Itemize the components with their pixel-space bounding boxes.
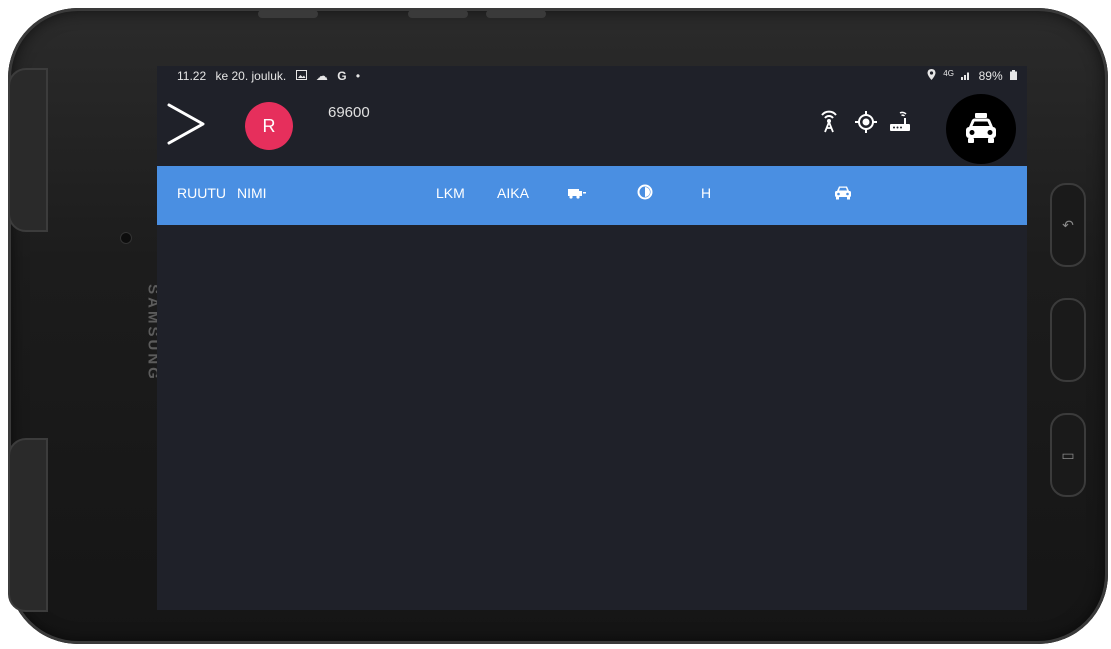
- status-left: 11.22 ke 20. jouluk. ☁ G •: [177, 69, 366, 83]
- status-bar: 11.22 ke 20. jouluk. ☁ G • 4G 89%: [157, 66, 1027, 86]
- volume-up-button[interactable]: [486, 10, 546, 18]
- table-header: RUUTU NIMI LKM AIKA H: [157, 166, 1027, 225]
- recent-apps-icon: ▭: [1061, 446, 1075, 463]
- status-time: 11.22: [177, 69, 207, 83]
- taxi-icon: [966, 113, 996, 143]
- avatar[interactable]: R: [245, 102, 293, 150]
- avatar-letter: R: [262, 115, 276, 136]
- home-key[interactable]: [1050, 298, 1086, 382]
- bumper-left-top: [8, 68, 48, 232]
- column-header-lkm[interactable]: LKM: [436, 185, 465, 201]
- bumper-left-bottom: [8, 438, 48, 612]
- location-icon: [927, 69, 939, 83]
- recent-apps-key[interactable]: ▭: [1050, 413, 1086, 497]
- front-camera: [120, 232, 132, 244]
- dot-icon: •: [355, 69, 361, 83]
- table-body: [157, 225, 1027, 610]
- truck-icon[interactable]: [568, 186, 586, 203]
- image-icon: [295, 69, 310, 83]
- top-app-bar: R 69600: [157, 86, 1027, 166]
- status-date: ke 20. jouluk.: [215, 69, 287, 83]
- network-type: 4G: [943, 69, 954, 78]
- volume-down-button[interactable]: [408, 10, 468, 18]
- vehicle-id: 69600: [328, 104, 370, 121]
- battery-icon: [1010, 69, 1017, 83]
- cloud-icon: ☁: [315, 69, 328, 83]
- status-right: 4G 89%: [923, 69, 1017, 83]
- gps-icon[interactable]: [854, 110, 878, 139]
- column-header-aika[interactable]: AIKA: [497, 185, 529, 201]
- clock-icon[interactable]: [637, 184, 653, 203]
- back-arrow-icon: ↶: [1062, 216, 1074, 233]
- back-key[interactable]: ↶: [1050, 183, 1086, 267]
- column-header-h[interactable]: H: [701, 185, 711, 201]
- battery-percent: 89%: [978, 69, 1003, 83]
- car-icon[interactable]: [834, 185, 852, 203]
- router-icon[interactable]: [888, 110, 912, 139]
- signal-icon: [961, 69, 974, 83]
- hardware-top-button[interactable]: [258, 10, 318, 18]
- column-header-ruutu[interactable]: RUUTU: [177, 185, 226, 201]
- chevron-right-icon: [167, 103, 205, 145]
- taxi-button[interactable]: [946, 94, 1016, 164]
- menu-chevron-button[interactable]: [165, 102, 207, 146]
- column-header-nimi[interactable]: NIMI: [237, 185, 267, 201]
- app-screen: 11.22 ke 20. jouluk. ☁ G • 4G 89% R 6960…: [157, 66, 1027, 610]
- antenna-icon[interactable]: [817, 110, 841, 139]
- google-icon: G: [337, 69, 347, 83]
